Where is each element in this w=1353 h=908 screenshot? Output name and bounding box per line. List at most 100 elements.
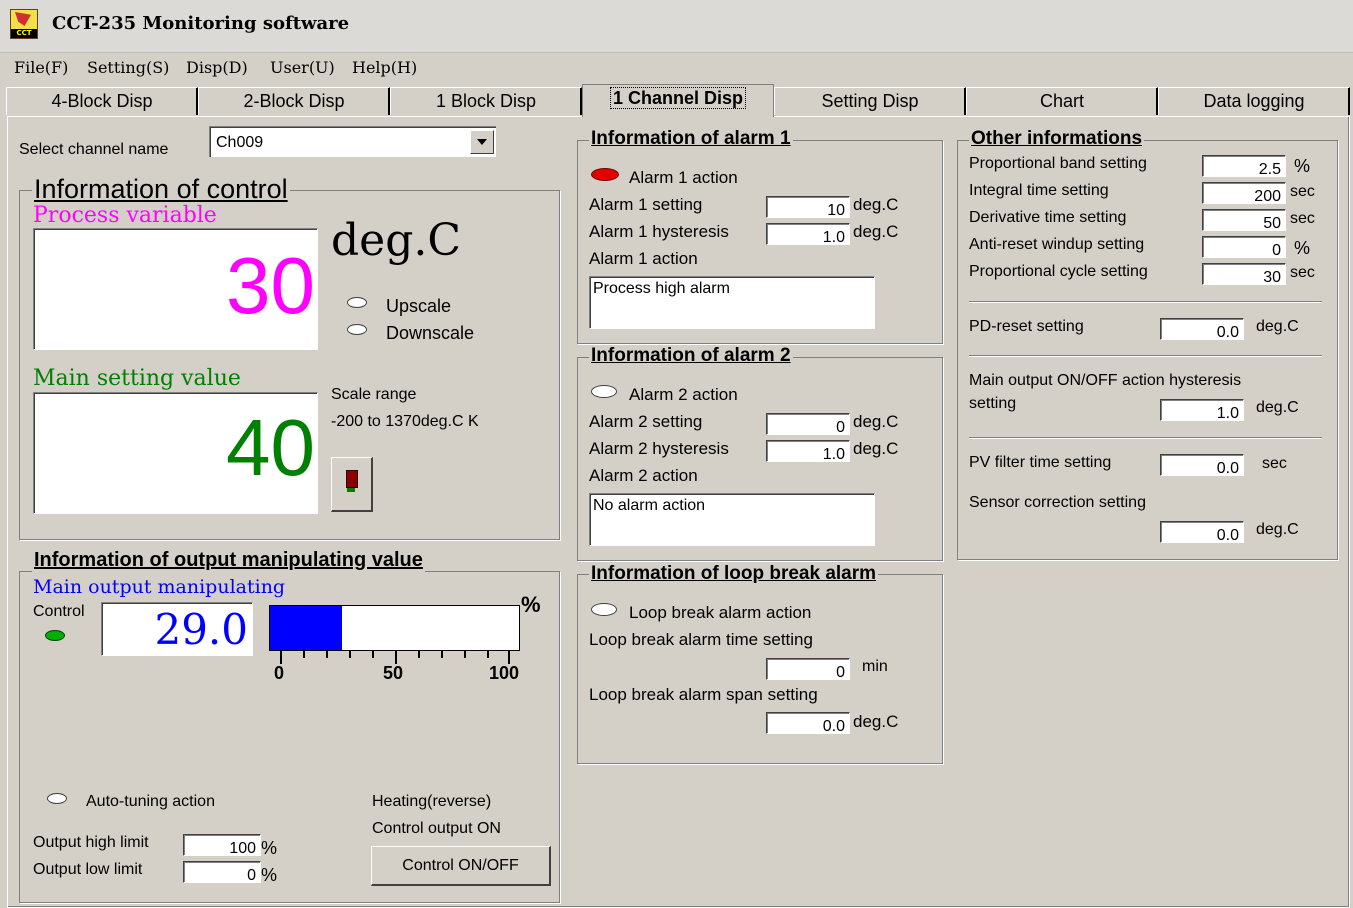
onoff-hysteresis-field[interactable]: 1.0 (1160, 399, 1244, 421)
alarm1-hysteresis-field[interactable]: 1.0 (766, 223, 850, 245)
integral-time-field[interactable]: 200 (1202, 182, 1286, 204)
alarm1-action-label: Alarm 1 action (589, 249, 698, 268)
menu-help[interactable]: Help(H) (352, 58, 417, 77)
tab-1-channel-disp[interactable]: 1 Channel Disp (582, 84, 774, 117)
alarm2-setting-unit: deg.C (853, 412, 899, 431)
alarm2-title: Information of alarm 2 (589, 345, 793, 367)
menu-disp[interactable]: Disp(D) (186, 58, 248, 77)
control-title: Information of control (32, 174, 290, 205)
output-high-limit-field[interactable]: 100 (183, 834, 261, 856)
alarm1-indicator-label: Alarm 1 action (629, 168, 738, 187)
sv-display: 40 (33, 392, 318, 514)
derivative-time-label: Derivative time setting (969, 209, 1127, 226)
tab-2-block-disp[interactable]: 2-Block Disp (198, 87, 390, 115)
anti-reset-windup-field[interactable]: 0 (1202, 236, 1286, 258)
downscale-label: Downscale (386, 323, 475, 343)
control-label: Control (33, 603, 85, 620)
pv-label: Process variable (33, 203, 217, 228)
menu-bar: File(F) Setting(S) Disp(D) User(U) Help(… (0, 53, 1353, 83)
alarm2-hysteresis-field[interactable]: 1.0 (766, 440, 850, 462)
menu-user[interactable]: User(U) (270, 58, 335, 77)
anti-reset-windup-unit: % (1294, 238, 1311, 258)
control-indicator-icon (45, 630, 65, 641)
scale-range-value: -200 to 1370deg.C K (331, 413, 479, 430)
pv-filter-label: PV filter time setting (969, 454, 1112, 471)
channel-select[interactable]: Ch009 (209, 126, 496, 157)
alarm1-setting-field[interactable]: 10 (766, 196, 850, 218)
integral-time-label: Integral time setting (969, 182, 1109, 199)
derivative-time-field[interactable]: 50 (1202, 209, 1286, 231)
pv-filter-unit: sec (1262, 455, 1287, 472)
sensor-correction-label: Sensor correction setting (969, 494, 1146, 511)
pv-display: 30 (33, 228, 318, 350)
integral-time-unit: sec (1290, 183, 1315, 200)
sv-value: 40 (226, 403, 315, 492)
downscale-indicator-icon (347, 324, 367, 335)
tick-label-0: 0 (274, 663, 285, 683)
sensor-correction-field[interactable]: 0.0 (1160, 521, 1244, 543)
output-low-limit-field[interactable]: 0 (183, 861, 261, 883)
control-output-status: Control output ON (372, 820, 501, 837)
proportional-band-label: Proportional band setting (969, 155, 1147, 172)
pd-reset-label: PD-reset setting (969, 318, 1084, 335)
menu-file[interactable]: File(F) (14, 58, 68, 77)
tab-4-block-disp[interactable]: 4-Block Disp (6, 87, 198, 115)
output-low-limit-label: Output low limit (33, 861, 143, 878)
sv-edit-button[interactable] (331, 457, 373, 512)
channel-select-value: Ch009 (216, 134, 264, 151)
autotuning-indicator-icon (47, 793, 67, 804)
scale-range-label: Scale range (331, 386, 417, 403)
proportional-band-field[interactable]: 2.5 (1202, 155, 1286, 177)
heating-label: Heating(reverse) (372, 793, 492, 810)
output-high-limit-label: Output high limit (33, 834, 149, 851)
tab-setting-disp[interactable]: Setting Disp (774, 87, 966, 115)
pv-filter-field[interactable]: 0.0 (1160, 454, 1244, 476)
mv-display: 29.0 (101, 602, 253, 656)
loopbreak-indicator-label: Loop break alarm action (629, 603, 812, 622)
alarm2-indicator-label: Alarm 2 action (629, 385, 738, 404)
output-high-limit-unit: % (261, 838, 278, 858)
loopbreak-time-label: Loop break alarm time setting (589, 630, 813, 649)
alarm2-action-field[interactable]: No alarm action (589, 493, 875, 546)
alarm2-hysteresis-unit: deg.C (853, 439, 899, 458)
sv-label: Main setting value (33, 366, 241, 391)
onoff-hysteresis-unit: deg.C (1256, 399, 1299, 416)
alarm1-hysteresis-label: Alarm 1 hysteresis (589, 222, 729, 241)
loopbreak-span-field[interactable]: 0.0 (766, 712, 850, 734)
anti-reset-windup-label: Anti-reset windup setting (969, 236, 1145, 253)
unit-label: deg.C (331, 215, 462, 266)
tab-data-logging[interactable]: Data logging (1158, 87, 1350, 115)
tick-label-100: 100 (489, 663, 520, 683)
proportional-cycle-unit: sec (1290, 264, 1315, 281)
alarm2-setting-field[interactable]: 0 (766, 413, 850, 435)
tab-chart[interactable]: Chart (966, 87, 1158, 115)
chevron-down-icon[interactable] (470, 130, 494, 154)
other-title: Other informations (969, 128, 1145, 150)
sensor-correction-unit: deg.C (1256, 521, 1299, 538)
alarm2-setting-label: Alarm 2 setting (589, 412, 703, 431)
loopbreak-title: Information of loop break alarm (589, 563, 879, 585)
pv-value: 30 (226, 241, 315, 330)
proportional-cycle-label: Proportional cycle setting (969, 263, 1148, 280)
mv-value: 29.0 (154, 605, 248, 654)
output-low-limit-unit: % (261, 865, 278, 885)
divider (969, 437, 1322, 439)
alarm1-setting-label: Alarm 1 setting (589, 195, 703, 214)
pd-reset-field[interactable]: 0.0 (1160, 318, 1244, 340)
alarm1-hysteresis-unit: deg.C (853, 222, 899, 241)
title-bar: CCT CCT-235 Monitoring software (0, 0, 1353, 53)
alarm2-indicator-icon (591, 385, 617, 398)
control-onoff-button[interactable]: Control ON/OFF (371, 846, 551, 886)
onoff-hysteresis-label-line2: setting (969, 395, 1017, 412)
output-title: Information of output manipulating value (32, 549, 425, 572)
alarm1-action-field[interactable]: Process high alarm (589, 276, 875, 329)
loopbreak-time-field[interactable]: 0 (766, 658, 850, 680)
autotuning-label: Auto-tuning action (86, 793, 215, 810)
tab-1-block-disp[interactable]: 1 Block Disp (390, 87, 582, 115)
loopbreak-indicator-icon (591, 603, 617, 616)
menu-setting[interactable]: Setting(S) (87, 58, 169, 77)
proportional-cycle-field[interactable]: 30 (1202, 263, 1286, 285)
mv-label: Main output manipulating (33, 576, 286, 598)
alarm2-hysteresis-label: Alarm 2 hysteresis (589, 439, 729, 458)
alarm2-action-label: Alarm 2 action (589, 466, 698, 485)
